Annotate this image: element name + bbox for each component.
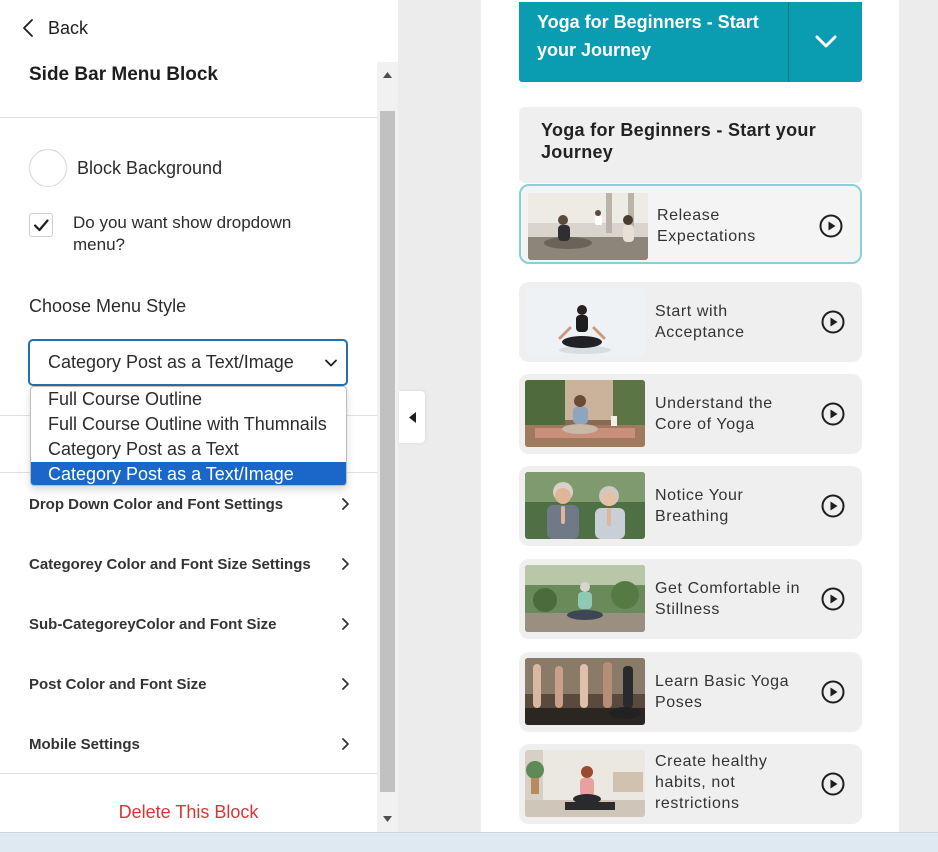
triangle-down-icon [383,815,392,822]
delete-block-button[interactable]: Delete This Block [0,802,377,823]
menu-style-select[interactable]: Category Post as a Text/Image [29,340,347,385]
back-button[interactable]: Back [18,14,88,42]
post-title: Learn Basic Yoga Poses [655,673,790,711]
post-title: Notice Your Breathing [655,487,744,525]
dropdown-toggle[interactable] [789,2,862,82]
post-title: Release Expectations [657,207,756,245]
play-circle-icon[interactable] [821,402,845,426]
taskbar [0,832,938,852]
post-thumbnail [525,472,645,539]
section-category-color-font[interactable]: Categorey Color and Font Size Settings [29,552,351,576]
section-label: Mobile Settings [29,735,140,753]
chevron-right-icon [342,498,349,510]
post-title: Understand the Core of Yoga [655,395,773,433]
category-title: Yoga for Beginners - Start your Journey [541,120,817,162]
section-label: Categorey Color and Font Size Settings [29,555,311,573]
show-dropdown-option[interactable]: Do you want show dropdown menu? [29,212,323,256]
panel-title: Side Bar Menu Block [29,64,218,85]
menu-style-dropdown-list: Full Course Outline Full Course Outline … [30,386,347,486]
section-label: Post Color and Font Size [29,675,207,693]
menu-style-option[interactable]: Category Post as a Text [31,437,346,462]
post-item[interactable]: Start with Acceptance [519,282,862,362]
post-title: Start with Acceptance [655,303,745,341]
chevron-right-icon [342,558,349,570]
play-circle-icon[interactable] [821,494,845,518]
scroll-down-button[interactable] [377,806,398,831]
menu-style-option[interactable]: Full Course Outline [31,387,346,412]
post-thumbnail [525,750,645,817]
collapse-sidebar-button[interactable] [399,391,425,443]
post-thumbnail [528,193,648,260]
menu-style-option[interactable]: Full Course Outline with Thumnails [31,412,346,437]
post-thumbnail [525,288,645,355]
triangle-left-icon [408,411,416,423]
chevron-left-icon [23,19,33,37]
choose-menu-style-label: Choose Menu Style [29,296,187,316]
scrollbar-thumb[interactable] [380,111,395,792]
post-item[interactable]: Learn Basic Yoga Poses [519,652,862,732]
post-item[interactable]: Notice Your Breathing [519,466,862,546]
post-thumbnail [525,380,645,447]
chevron-down-icon [325,359,337,367]
category-heading[interactable]: Yoga for Beginners - Start your Journey [519,107,862,183]
post-item[interactable]: Release Expectations [519,184,862,264]
play-circle-icon[interactable] [821,310,845,334]
chevron-right-icon [342,678,349,690]
scroll-up-button[interactable] [377,62,398,87]
post-title: Create healthy habits, not restrictions [655,753,768,812]
block-background-control[interactable]: Block Background [29,149,222,187]
section-subcategory-color-font[interactable]: Sub-CategoreyColor and Font Size [29,612,351,636]
divider [0,773,377,774]
chevron-down-icon [815,35,836,48]
play-circle-icon[interactable] [821,680,845,704]
section-mobile-settings[interactable]: Mobile Settings [29,732,351,756]
section-label: Sub-CategoreyColor and Font Size [29,615,277,633]
menu-style-value: Category Post as a Text/Image [48,352,294,372]
post-thumbnail [525,565,645,632]
post-item[interactable]: Get Comfortable in Stillness [519,559,862,639]
post-thumbnail [525,658,645,725]
course-header-title: Yoga for Beginners - Start your Journey [537,12,759,60]
block-background-label: Block Background [77,157,223,178]
section-label: Drop Down Color and Font Settings [29,495,284,513]
play-circle-icon[interactable] [819,214,843,238]
post-title: Get Comfortable in Stillness [655,580,801,618]
post-item[interactable]: Understand the Core of Yoga [519,374,862,454]
divider [0,117,377,118]
post-item[interactable]: Create healthy habits, not restrictions [519,744,862,824]
triangle-up-icon [383,71,392,78]
back-label: Back [48,17,89,38]
section-post-color-font[interactable]: Post Color and Font Size [29,672,351,696]
show-dropdown-label: Do you want show dropdown menu? [73,213,292,254]
section-dropdown-color-font[interactable]: Drop Down Color and Font Settings [29,492,351,516]
chevron-right-icon [342,618,349,630]
menu-style-option-selected[interactable]: Category Post as a Text/Image [31,462,346,485]
color-swatch[interactable] [29,149,67,187]
show-dropdown-checkbox[interactable] [29,213,53,237]
checkmark-icon [33,219,49,232]
play-circle-icon[interactable] [821,772,845,796]
play-circle-icon[interactable] [821,587,845,611]
chevron-right-icon [342,738,349,750]
course-dropdown-header[interactable]: Yoga for Beginners - Start your Journey [519,2,862,82]
